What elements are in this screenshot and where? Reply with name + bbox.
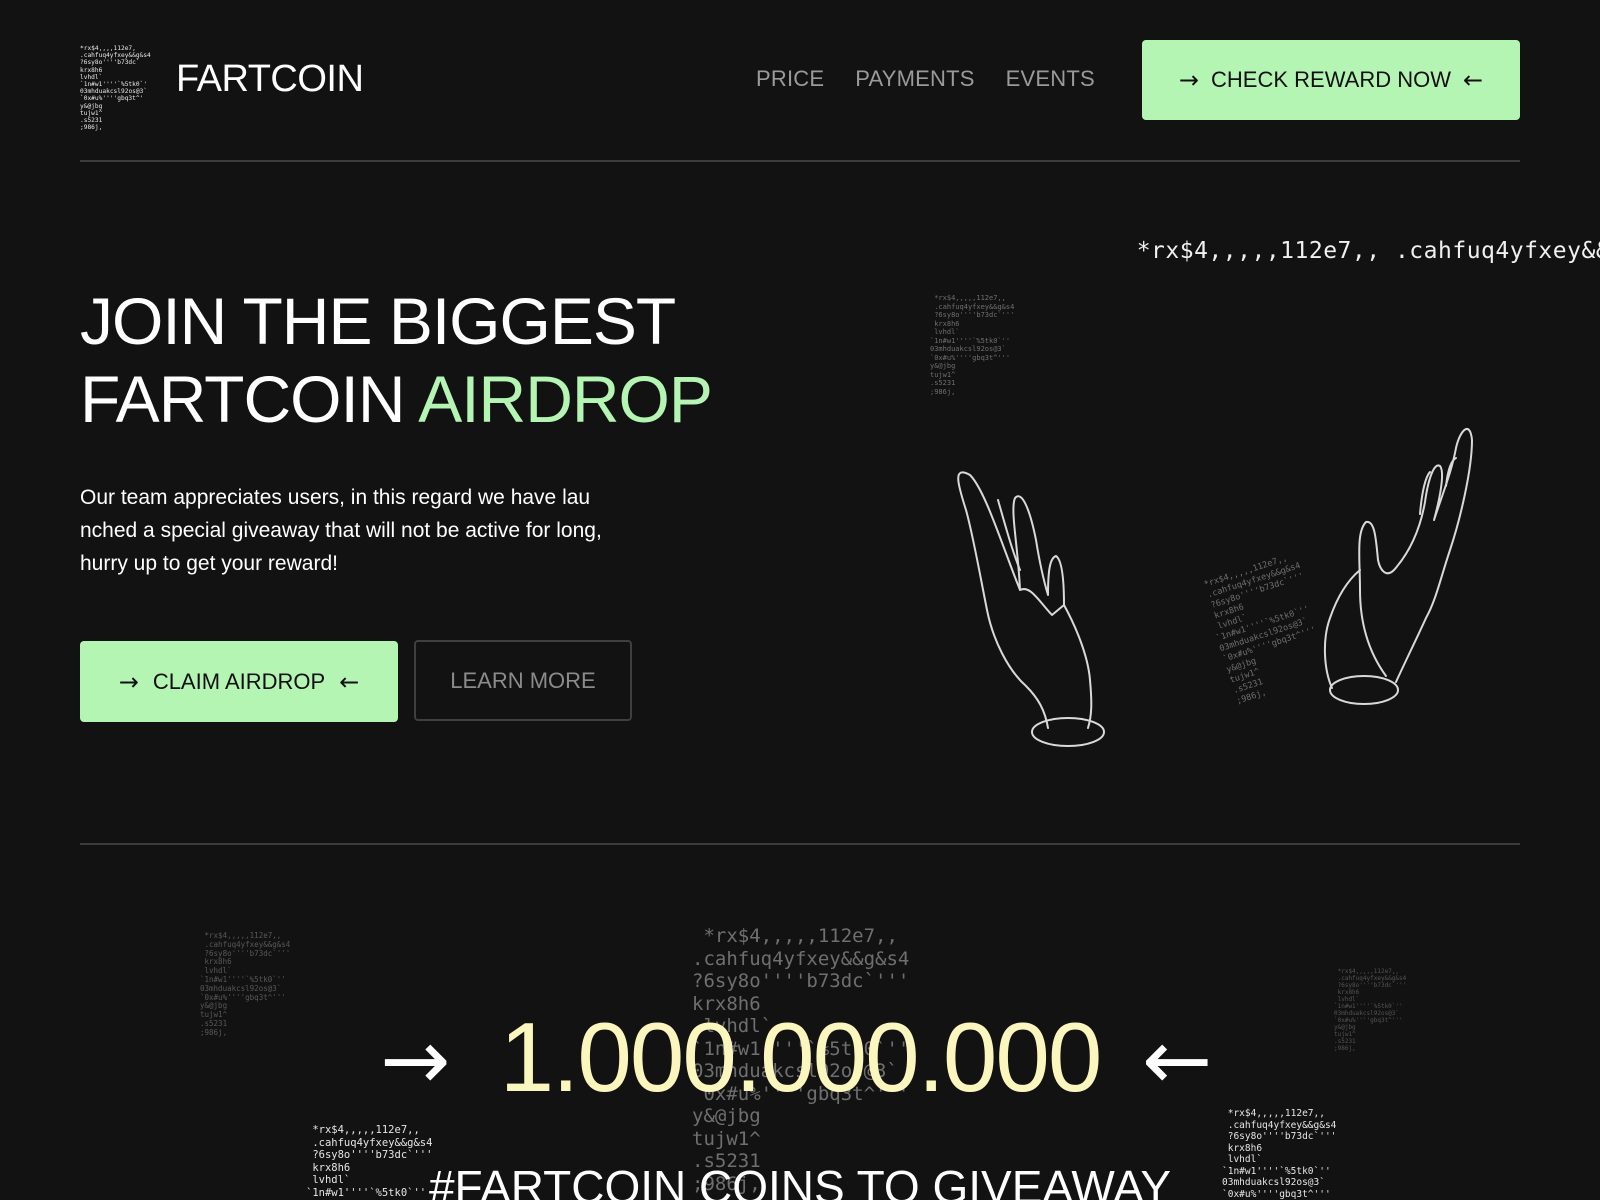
nav-payments[interactable]: PAYMENTS <box>855 66 974 92</box>
landing-page: *rx$4,,,,112e7, .cahfuq4yfxey&&g&s4 ?6sy… <box>0 0 1600 1200</box>
learn-more-button[interactable]: LEARN MORE <box>414 640 632 721</box>
hero-description-line: nched a special giveaway that will not b… <box>80 519 602 542</box>
arrow-right-icon: → <box>1178 66 1200 94</box>
header-divider <box>80 160 1520 162</box>
ascii-line: .cahfuq4yfxey&&g&s4 <box>1380 238 1600 264</box>
hero-title-line1: JOIN THE BIGGEST <box>80 284 676 358</box>
hero-title-accent: AIRDROP <box>418 362 713 436</box>
arrow-left-icon: ← <box>1462 66 1484 94</box>
arrow-left-icon: ← <box>1142 1011 1213 1109</box>
hero-description-line: hurry up to get your reward! <box>80 552 338 575</box>
section-divider <box>80 843 1520 845</box>
logo-icon[interactable]: *rx$4,,,,112e7, .cahfuq4yfxey&&g&s4 ?6sy… <box>80 45 151 131</box>
nav-price[interactable]: PRICE <box>756 66 824 92</box>
hero-title-line2: FARTCOIN <box>80 362 419 436</box>
nav-events[interactable]: EVENTS <box>1006 66 1095 92</box>
claim-airdrop-label: CLAIM AIRDROP <box>152 668 326 694</box>
brand-name[interactable]: FARTCOIN <box>176 58 364 101</box>
arrow-right-icon: → <box>118 667 139 696</box>
main-nav: PRICE PAYMENTS EVENTS <box>756 66 1095 92</box>
check-reward-label: CHECK REWARD NOW <box>1211 67 1451 92</box>
giveaway-amount: 1.000.000.000 <box>499 1002 1103 1112</box>
ascii-line: *rx$4,,,,,112e7,, <box>1108 238 1381 264</box>
hero-description: Our team appreciates users, in this rega… <box>80 481 640 580</box>
hands-icon <box>957 427 1473 747</box>
giveaway-caption: #FARTCOIN COINS TO GIVEAWAY <box>428 1161 1172 1200</box>
arrow-left-icon: ← <box>339 667 360 696</box>
ascii-f-art-small: *rx$4,,,,,112e7,, .cahfuq4yfxey&&g&s4 ?6… <box>930 294 1015 396</box>
claim-airdrop-button[interactable]: → CLAIM AIRDROP ← <box>80 641 398 722</box>
check-reward-button[interactable]: → CHECK REWARD NOW ← <box>1142 40 1520 120</box>
hero-description-line: Our team appreciates users, in this rega… <box>80 486 591 509</box>
hero-title: JOIN THE BIGGEST FARTCOIN AIRDROP <box>80 282 713 438</box>
ascii-f-art: *rx$4,,,,,112e7,, .cahfuq4yfxey&&g&s4 ?6… <box>1108 238 1600 266</box>
site-header: *rx$4,,,,112e7, .cahfuq4yfxey&&g&s4 ?6sy… <box>80 40 1520 131</box>
